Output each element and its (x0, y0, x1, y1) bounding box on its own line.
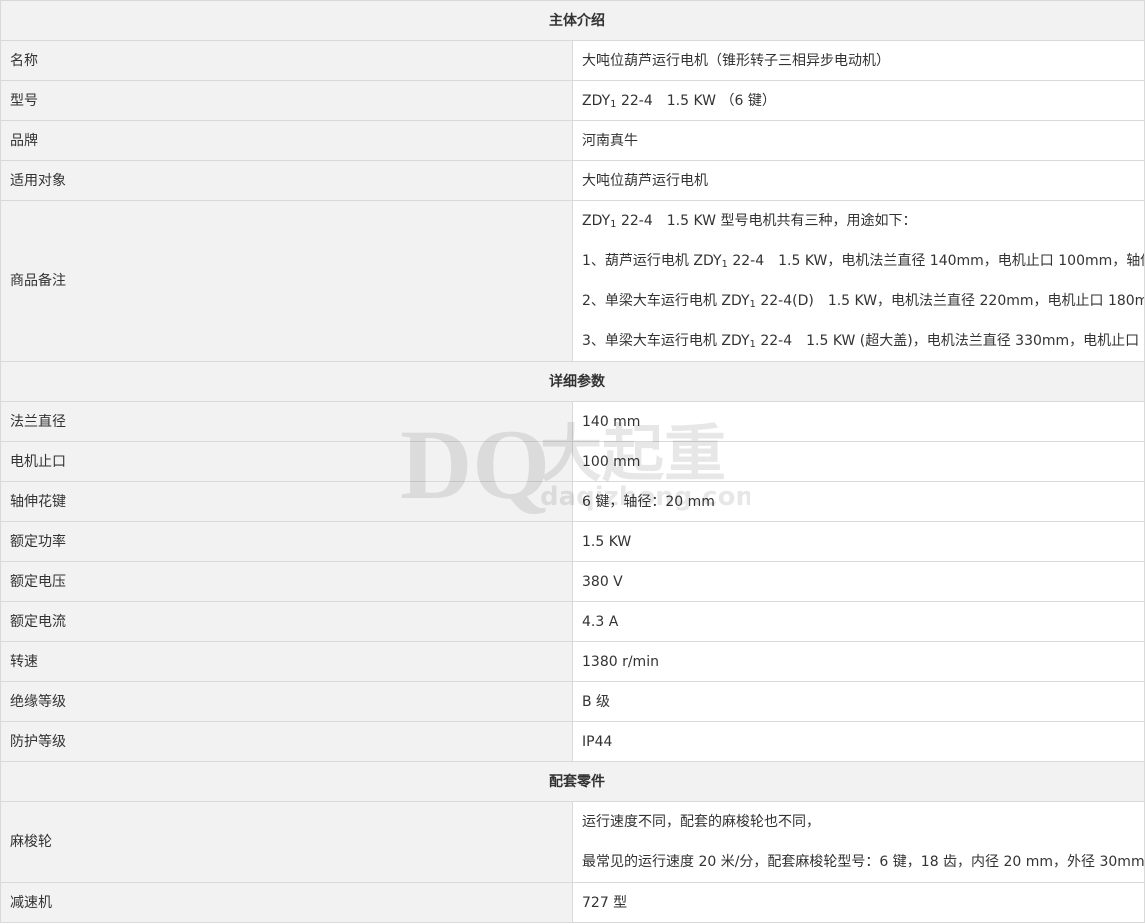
label-voltage: 额定电压 (0, 561, 573, 602)
label-wheel: 麻梭轮 (0, 801, 573, 883)
label-brand: 品牌 (0, 120, 573, 161)
row-reducer: 减速机 727 型 (0, 882, 1145, 923)
label-target: 适用对象 (0, 160, 573, 201)
value-speed: 1380 r/min (572, 641, 1145, 682)
value-target: 大吨位葫芦运行电机 (572, 160, 1145, 201)
note-line: ZDY1 22-4 1.5 KW 型号电机共有三种，用途如下： (582, 213, 917, 230)
row-protection: 防护等级 IP44 (0, 721, 1145, 762)
label-protection: 防护等级 (0, 721, 573, 762)
value-insulation: B 级 (572, 681, 1145, 722)
row-spigot: 电机止口 100 mm (0, 441, 1145, 482)
row-target: 适用对象 大吨位葫芦运行电机 (0, 160, 1145, 201)
label-insulation: 绝缘等级 (0, 681, 573, 722)
label-notes: 商品备注 (0, 200, 573, 362)
label-speed: 转速 (0, 641, 573, 682)
section-title-intro: 主体介绍 (0, 0, 1145, 41)
label-spline: 轴伸花键 (0, 481, 573, 522)
wheel-line: 最常见的运行速度 20 米/分，配套麻梭轮型号：6 键，18 齿，内径 20 m… (582, 854, 1145, 870)
value-flange: 140 mm (572, 401, 1145, 442)
row-voltage: 额定电压 380 V (0, 561, 1145, 602)
value-name: 大吨位葫芦运行电机（锥形转子三相异步电动机） (572, 40, 1145, 81)
row-model: 型号 ZDY1 22-4 1.5 KW （6 键） (0, 80, 1145, 121)
row-speed: 转速 1380 r/min (0, 641, 1145, 682)
row-power: 额定功率 1.5 KW (0, 521, 1145, 562)
spec-table: 主体介绍 名称 大吨位葫芦运行电机（锥形转子三相异步电动机） 型号 ZDY1 2… (0, 0, 1145, 923)
row-current: 额定电流 4.3 A (0, 601, 1145, 642)
row-brand: 品牌 河南真牛 (0, 120, 1145, 161)
value-voltage: 380 V (572, 561, 1145, 602)
label-spigot: 电机止口 (0, 441, 573, 482)
label-reducer: 减速机 (0, 882, 573, 923)
row-spline: 轴伸花键 6 键，轴径：20 mm (0, 481, 1145, 522)
section-row-params: 详细参数 (0, 361, 1145, 402)
note-line: 3、单梁大车运行电机 ZDY1 22-4 1.5 KW (超大盖)，电机法兰直径… (582, 333, 1144, 350)
row-wheel: 麻梭轮 运行速度不同，配套的麻梭轮也不同， 最常见的运行速度 20 米/分，配套… (0, 801, 1145, 883)
row-notes: 商品备注 ZDY1 22-4 1.5 KW 型号电机共有三种，用途如下： 1、葫… (0, 200, 1145, 362)
label-model: 型号 (0, 80, 573, 121)
value-power: 1.5 KW (572, 521, 1145, 562)
section-title-parts: 配套零件 (0, 761, 1145, 802)
value-wheel: 运行速度不同，配套的麻梭轮也不同， 最常见的运行速度 20 米/分，配套麻梭轮型… (572, 801, 1145, 883)
value-model: ZDY1 22-4 1.5 KW （6 键） (572, 80, 1145, 121)
row-insulation: 绝缘等级 B 级 (0, 681, 1145, 722)
section-row-parts: 配套零件 (0, 761, 1145, 802)
section-row-intro: 主体介绍 (0, 0, 1145, 41)
value-reducer: 727 型 (572, 882, 1145, 923)
label-flange: 法兰直径 (0, 401, 573, 442)
label-name: 名称 (0, 40, 573, 81)
note-line: 1、葫芦运行电机 ZDY1 22-4 1.5 KW，电机法兰直径 140mm，电… (582, 253, 1144, 270)
value-notes: ZDY1 22-4 1.5 KW 型号电机共有三种，用途如下： 1、葫芦运行电机… (572, 200, 1145, 362)
row-flange: 法兰直径 140 mm (0, 401, 1145, 442)
label-current: 额定电流 (0, 601, 573, 642)
wheel-line: 运行速度不同，配套的麻梭轮也不同， (582, 814, 820, 830)
row-name: 名称 大吨位葫芦运行电机（锥形转子三相异步电动机） (0, 40, 1145, 81)
value-current: 4.3 A (572, 601, 1145, 642)
label-power: 额定功率 (0, 521, 573, 562)
value-spline: 6 键，轴径：20 mm (572, 481, 1145, 522)
value-brand: 河南真牛 (572, 120, 1145, 161)
note-line: 2、单梁大车运行电机 ZDY1 22-4(D) 1.5 KW，电机法兰直径 22… (582, 293, 1145, 310)
section-title-params: 详细参数 (0, 361, 1145, 402)
value-protection: IP44 (572, 721, 1145, 762)
value-spigot: 100 mm (572, 441, 1145, 482)
